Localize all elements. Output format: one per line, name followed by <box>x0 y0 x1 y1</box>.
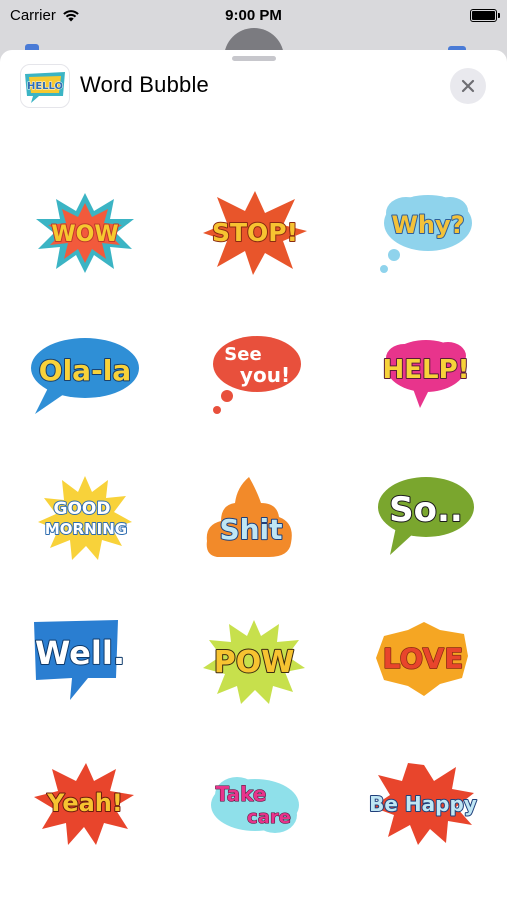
sheet-header: HELLO Word Bubble <box>0 64 507 108</box>
clock-time: 9:00 PM <box>225 6 282 24</box>
battery-icon <box>470 8 500 22</box>
svg-text:Well.: Well. <box>35 634 125 672</box>
sticker-sheet: HELLO Word Bubble WOW STOP! Why? Ola-la … <box>0 50 507 900</box>
sticker-be-happy[interactable]: Be Happy <box>338 732 507 875</box>
sticker-well[interactable]: Well. <box>0 589 169 732</box>
svg-text:MORNING: MORNING <box>44 520 126 538</box>
svg-text:So..: So.. <box>389 490 463 530</box>
svg-text:Take: Take <box>215 782 266 806</box>
svg-text:HELP!: HELP! <box>382 355 469 385</box>
close-icon <box>461 79 475 93</box>
sticker-take-care[interactable]: Take care <box>169 732 338 875</box>
svg-text:you!: you! <box>239 363 289 387</box>
status-bar: Carrier 9:00 PM <box>0 0 507 30</box>
svg-text:POW: POW <box>213 645 294 680</box>
svg-text:STOP!: STOP! <box>211 218 297 247</box>
svg-text:See: See <box>224 344 261 365</box>
svg-text:Shit: Shit <box>219 513 282 546</box>
svg-text:GOOD: GOOD <box>53 499 110 519</box>
sticker-stop[interactable]: STOP! <box>169 160 338 303</box>
sticker-pow[interactable]: POW <box>169 589 338 732</box>
sticker-so[interactable]: So.. <box>338 446 507 589</box>
svg-text:Ola-la: Ola-la <box>38 354 130 387</box>
sticker-grid: WOW STOP! Why? Ola-la See you! HELP! GOO… <box>0 160 507 875</box>
sticker-yeah[interactable]: Yeah! <box>0 732 169 875</box>
sticker-see-you[interactable]: See you! <box>169 303 338 446</box>
sticker-ola-la[interactable]: Ola-la <box>0 303 169 446</box>
sticker-good-morning[interactable]: GOOD MORNING <box>0 446 169 589</box>
sticker-wow[interactable]: WOW <box>0 160 169 303</box>
app-icon: HELLO <box>20 64 70 108</box>
sticker-shit[interactable]: Shit <box>169 446 338 589</box>
svg-text:HELLO: HELLO <box>27 81 63 92</box>
sticker-love[interactable]: LOVE <box>338 589 507 732</box>
svg-text:care: care <box>247 807 291 828</box>
sticker-why[interactable]: Why? <box>338 160 507 303</box>
svg-text:LOVE: LOVE <box>382 642 463 675</box>
svg-text:Why?: Why? <box>391 211 464 239</box>
svg-text:Be Happy: Be Happy <box>369 792 477 816</box>
close-button[interactable] <box>450 68 486 104</box>
sticker-help[interactable]: HELP! <box>338 303 507 446</box>
svg-text:WOW: WOW <box>51 222 118 247</box>
svg-text:Yeah!: Yeah! <box>46 789 123 817</box>
app-title: Word Bubble <box>80 72 209 97</box>
sheet-grabber[interactable] <box>232 56 276 61</box>
